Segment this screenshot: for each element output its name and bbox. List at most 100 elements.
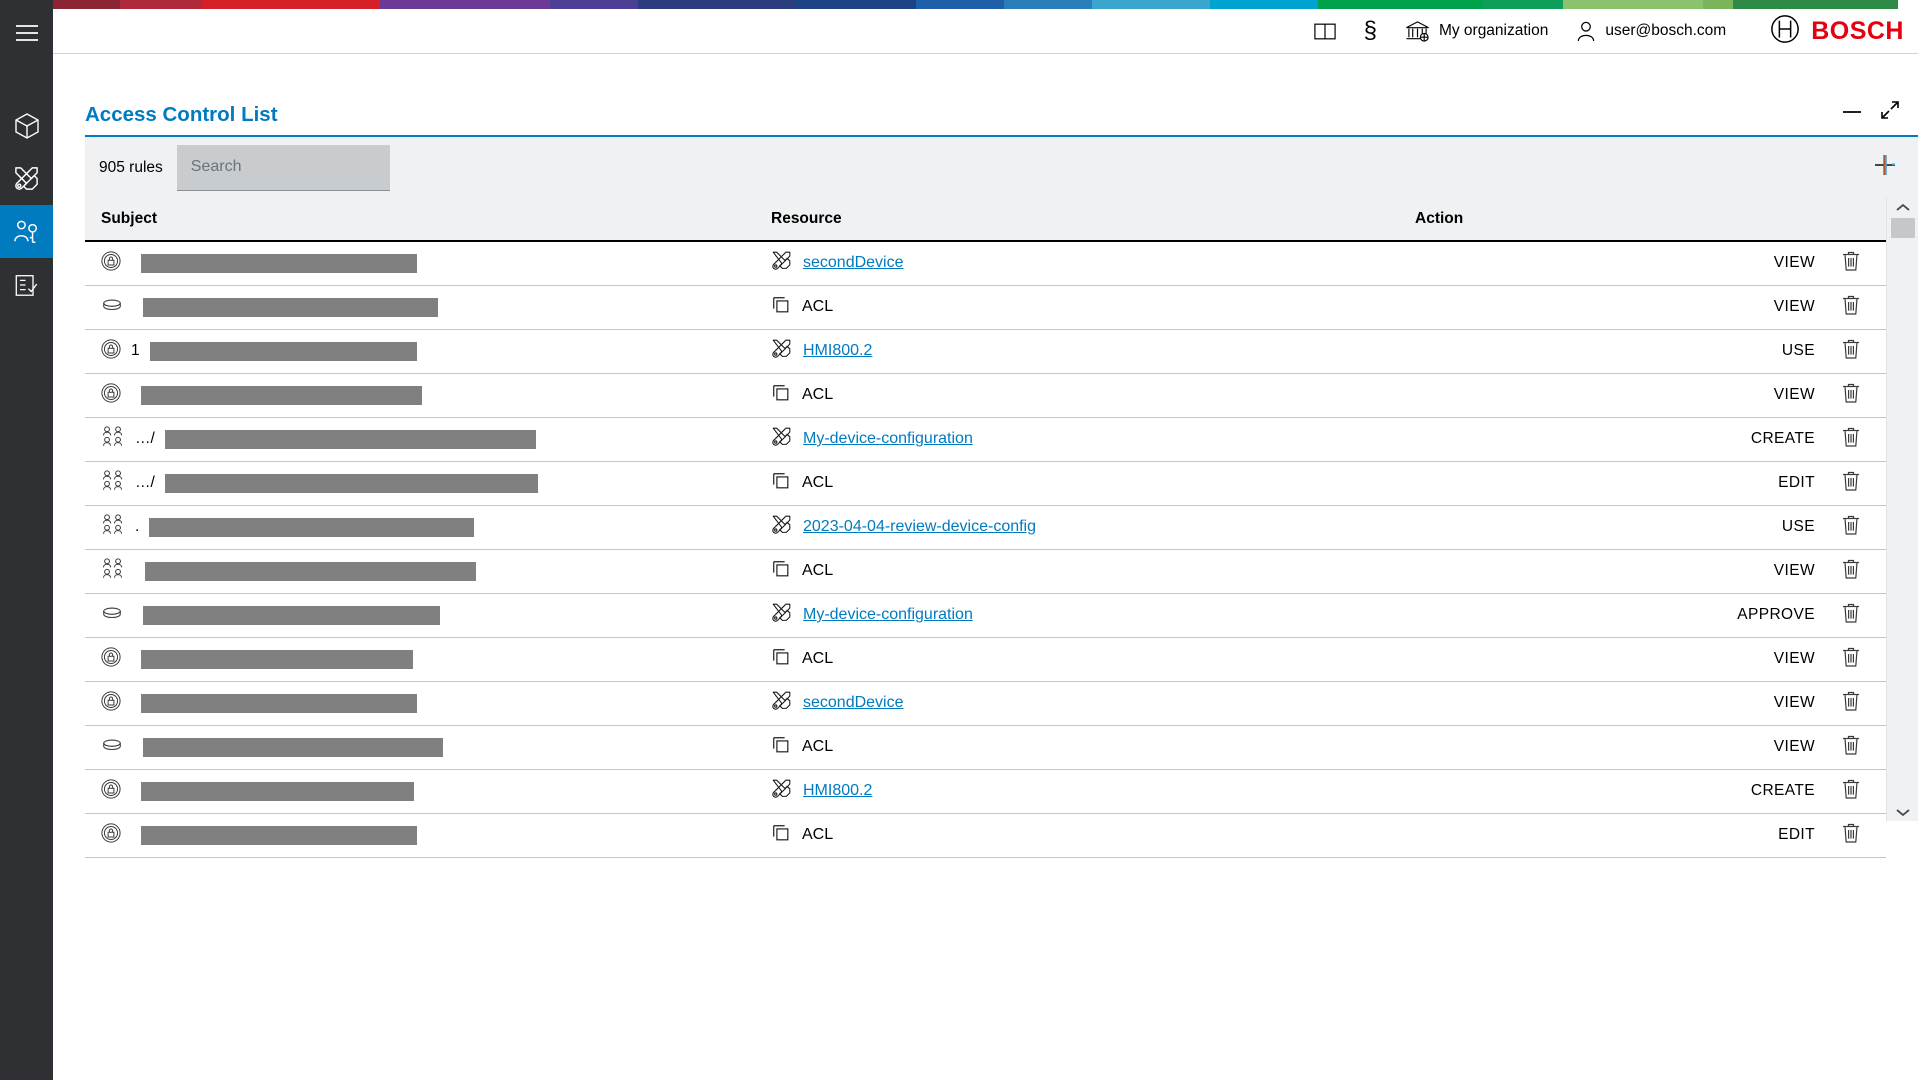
trash-icon[interactable] — [1841, 602, 1861, 629]
add-rule-button[interactable] — [1870, 153, 1900, 183]
copy-icon — [771, 559, 791, 584]
group-icon — [101, 514, 125, 541]
table-row[interactable]: ACL VIEW — [85, 637, 1886, 681]
resource-link[interactable]: secondDevice — [803, 694, 904, 712]
cell-delete — [1815, 725, 1886, 769]
cell-subject — [85, 593, 755, 637]
tools-icon — [771, 602, 792, 628]
card-window-controls — [1842, 100, 1918, 135]
cell-subject: . — [85, 505, 755, 549]
book-icon — [1314, 22, 1336, 41]
hamburger-menu-icon[interactable] — [0, 9, 53, 57]
resource-link[interactable]: My-device-configuration — [803, 606, 973, 624]
redacted-subject-value — [143, 738, 443, 757]
cell-subject: …/ — [85, 461, 755, 505]
cell-action: APPROVE — [1415, 593, 1815, 637]
resource-link[interactable]: secondDevice — [803, 254, 904, 272]
table-row[interactable]: 1 HMI800.2 USE — [85, 329, 1886, 373]
table-row[interactable]: …/ My-device-configuration CREATE — [85, 417, 1886, 461]
color-segment — [1004, 0, 1092, 9]
rail-item-devices[interactable] — [0, 99, 53, 152]
table-row[interactable]: ACL EDIT — [85, 813, 1886, 857]
bosch-wordmark: BOSCH — [1811, 17, 1904, 46]
column-header-resource[interactable]: Resource — [755, 198, 1415, 241]
cell-action: CREATE — [1415, 417, 1815, 461]
resource-link[interactable]: HMI800.2 — [803, 782, 872, 800]
search-input[interactable] — [177, 145, 390, 191]
cell-resource: ACL — [755, 285, 1415, 329]
trash-icon[interactable] — [1841, 778, 1861, 805]
table-row[interactable]: HMI800.2 CREATE — [85, 769, 1886, 813]
expand-icon[interactable] — [1880, 100, 1900, 125]
copy-icon — [771, 735, 791, 760]
scrollbar-thumb[interactable] — [1891, 218, 1915, 238]
lock-badge-icon — [101, 383, 121, 408]
resource-label: ACL — [802, 298, 833, 316]
trash-icon[interactable] — [1841, 690, 1861, 717]
redacted-subject-value — [141, 386, 422, 405]
resource-link[interactable]: My-device-configuration — [803, 430, 973, 448]
trash-icon[interactable] — [1841, 338, 1861, 365]
rules-table-container: Subject Resource Action secondDevice VIE… — [85, 198, 1918, 858]
cell-delete — [1815, 285, 1886, 329]
trash-icon[interactable] — [1841, 426, 1861, 453]
cell-subject — [85, 813, 755, 857]
table-row[interactable]: My-device-configuration APPROVE — [85, 593, 1886, 637]
trash-icon[interactable] — [1841, 646, 1861, 673]
cell-resource: ACL — [755, 461, 1415, 505]
color-segment — [380, 0, 550, 9]
docs-button[interactable] — [1314, 22, 1336, 41]
color-segment — [796, 0, 916, 9]
trash-icon[interactable] — [1841, 822, 1861, 849]
cell-subject — [85, 681, 755, 725]
resource-link[interactable]: HMI800.2 — [803, 342, 872, 360]
cell-resource: secondDevice — [755, 681, 1415, 725]
table-row[interactable]: …/ ACL EDIT — [85, 461, 1886, 505]
trash-icon[interactable] — [1841, 470, 1861, 497]
table-row[interactable]: ACL VIEW — [85, 373, 1886, 417]
user-account-button[interactable]: user@bosch.com — [1576, 21, 1726, 42]
table-row[interactable]: secondDevice VIEW — [85, 681, 1886, 725]
vertical-scrollbar[interactable] — [1886, 198, 1918, 821]
organization-button[interactable]: My organization — [1405, 20, 1548, 42]
minimize-icon[interactable] — [1842, 103, 1862, 122]
resource-link[interactable]: 2023-04-04-review-device-config — [803, 518, 1036, 536]
cell-resource: My-device-configuration — [755, 417, 1415, 461]
scroll-down-button[interactable] — [1896, 803, 1910, 821]
rail-item-tools[interactable] — [0, 152, 53, 205]
user-email-label: user@bosch.com — [1605, 22, 1726, 40]
brand-color-strip — [0, 0, 1918, 9]
table-row[interactable]: ACL VIEW — [85, 725, 1886, 769]
table-row[interactable]: ACL VIEW — [85, 285, 1886, 329]
cell-resource: ACL — [755, 813, 1415, 857]
cell-subject: …/ — [85, 417, 755, 461]
cell-action: VIEW — [1415, 285, 1815, 329]
cell-action: USE — [1415, 505, 1815, 549]
organization-icon — [1405, 20, 1430, 42]
table-row[interactable]: . 2023-04-04-review-device-config USE — [85, 505, 1886, 549]
table-row[interactable]: secondDevice VIEW — [85, 241, 1886, 285]
rail-item-logs[interactable] — [0, 258, 53, 311]
bosch-logo: BOSCH — [1770, 14, 1904, 49]
cell-action: VIEW — [1415, 549, 1815, 593]
trash-icon[interactable] — [1841, 558, 1861, 585]
token-icon — [101, 737, 123, 758]
user-key-icon — [13, 219, 41, 245]
trash-icon[interactable] — [1841, 250, 1861, 277]
trash-icon[interactable] — [1841, 734, 1861, 761]
rail-item-access-control[interactable] — [0, 205, 53, 258]
token-icon — [101, 605, 123, 626]
trash-icon[interactable] — [1841, 382, 1861, 409]
scroll-up-button[interactable] — [1896, 198, 1910, 216]
cell-action: VIEW — [1415, 373, 1815, 417]
trash-icon[interactable] — [1841, 514, 1861, 541]
tools-icon — [771, 514, 792, 540]
color-segment — [1092, 0, 1210, 9]
trash-icon[interactable] — [1841, 294, 1861, 321]
column-header-action[interactable]: Action — [1415, 198, 1886, 241]
color-segment — [1733, 0, 1898, 9]
table-row[interactable]: ACL VIEW — [85, 549, 1886, 593]
tools-icon — [771, 250, 792, 276]
legal-button[interactable]: § — [1364, 17, 1377, 45]
column-header-subject[interactable]: Subject — [85, 198, 755, 241]
